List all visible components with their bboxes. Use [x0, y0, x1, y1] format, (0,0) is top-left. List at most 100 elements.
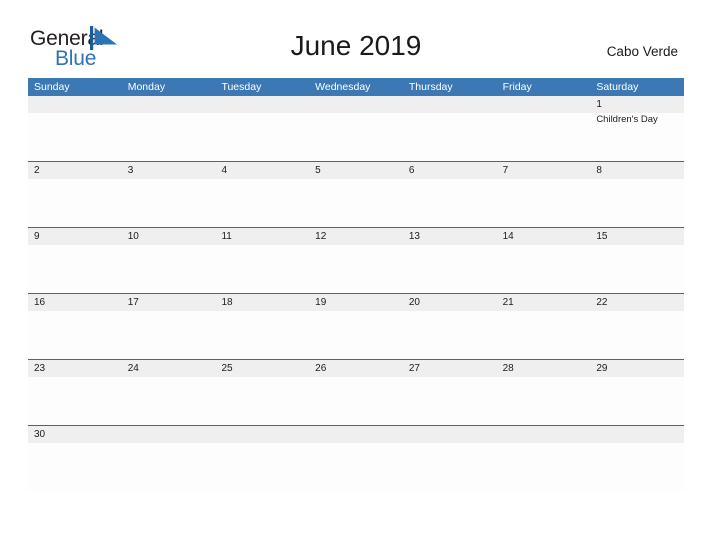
day-number-empty [215, 426, 309, 443]
day-number-29[interactable]: 29 [590, 360, 684, 377]
country-label: Cabo Verde [606, 44, 678, 59]
week-events-band [28, 245, 684, 293]
day-number-2[interactable]: 2 [28, 162, 122, 179]
day-events-empty [122, 443, 216, 491]
day-number-4[interactable]: 4 [215, 162, 309, 179]
calendar-weeks: 1 Children's Day 2 3 4 5 6 7 8 9 10 11 12 13 14 15 16 17 1… [28, 96, 684, 491]
weekday-header-tuesday: Tuesday [221, 81, 262, 93]
day-number-25[interactable]: 25 [215, 360, 309, 377]
day-number-26[interactable]: 26 [309, 360, 403, 377]
day-number-empty [122, 96, 216, 113]
day-events-14 [497, 245, 591, 293]
day-events-17 [122, 311, 216, 359]
day-number-12[interactable]: 12 [309, 228, 403, 245]
calendar-week-row: 9 10 11 12 13 14 15 [28, 227, 684, 293]
page-title: June 2019 [290, 30, 422, 61]
day-events-13 [403, 245, 497, 293]
day-number-7[interactable]: 7 [497, 162, 591, 179]
day-number-empty [28, 96, 122, 113]
day-events-empty [122, 113, 216, 161]
day-events-3 [122, 179, 216, 227]
day-events-24 [122, 377, 216, 425]
day-events-6 [403, 179, 497, 227]
day-events-empty [497, 113, 591, 161]
day-number-22[interactable]: 22 [590, 294, 684, 311]
day-number-15[interactable]: 15 [590, 228, 684, 245]
week-events-band [28, 179, 684, 227]
day-number-9[interactable]: 9 [28, 228, 122, 245]
day-number-empty [590, 426, 684, 443]
day-number-27[interactable]: 27 [403, 360, 497, 377]
day-events-22 [590, 311, 684, 359]
day-number-empty [215, 96, 309, 113]
day-number-empty [122, 426, 216, 443]
week-events-band: Children's Day [28, 113, 684, 161]
day-events-26 [309, 377, 403, 425]
day-number-empty [497, 96, 591, 113]
calendar-week-row: 23 24 25 26 27 28 29 [28, 359, 684, 425]
day-events-23 [28, 377, 122, 425]
weekday-header-monday: Monday [127, 81, 166, 93]
page-header: General Blue June 2019 Cabo Verde [0, 0, 712, 69]
day-events-empty [309, 113, 403, 161]
day-events-19 [309, 311, 403, 359]
week-daynumber-band: 16 17 18 19 20 21 22 [28, 294, 684, 311]
holiday-label: Children's Day [596, 114, 658, 125]
week-daynumber-band: 1 [28, 96, 684, 113]
day-number-3[interactable]: 3 [122, 162, 216, 179]
weekday-header-friday: Friday [502, 81, 532, 93]
day-events-25 [215, 377, 309, 425]
day-number-5[interactable]: 5 [309, 162, 403, 179]
day-number-24[interactable]: 24 [122, 360, 216, 377]
day-number-23[interactable]: 23 [28, 360, 122, 377]
day-number-11[interactable]: 11 [215, 228, 309, 245]
day-events-30 [28, 443, 122, 491]
calendar-week-row: 16 17 18 19 20 21 22 [28, 293, 684, 359]
weekday-header-row: Sunday Monday Tuesday Wednesday Thursday Frid… [28, 78, 684, 96]
day-number-14[interactable]: 14 [497, 228, 591, 245]
week-daynumber-band: 9 10 11 12 13 14 15 [28, 228, 684, 245]
day-events-empty [309, 443, 403, 491]
day-number-8[interactable]: 8 [590, 162, 684, 179]
day-number-16[interactable]: 16 [28, 294, 122, 311]
day-events-empty [403, 443, 497, 491]
weekday-header-saturday: Saturday [596, 81, 639, 93]
day-events-15 [590, 245, 684, 293]
calendar-week-row: 2345678 [28, 161, 684, 227]
day-events-5 [309, 179, 403, 227]
week-daynumber-band: 2345678 [28, 162, 684, 179]
weekday-header-sunday: Sunday [34, 81, 70, 93]
day-number-21[interactable]: 21 [497, 294, 591, 311]
day-number-1[interactable]: 1 [590, 96, 684, 113]
weekday-header-wednesday: Wednesday [315, 81, 371, 93]
day-events-2 [28, 179, 122, 227]
day-number-empty [497, 426, 591, 443]
day-number-empty [403, 96, 497, 113]
week-daynumber-band: 30 [28, 426, 684, 443]
week-events-band [28, 311, 684, 359]
week-events-band [28, 443, 684, 491]
day-events-18 [215, 311, 309, 359]
day-number-13[interactable]: 13 [403, 228, 497, 245]
day-number-17[interactable]: 17 [122, 294, 216, 311]
day-number-empty [403, 426, 497, 443]
day-events-8 [590, 179, 684, 227]
day-events-empty [215, 443, 309, 491]
day-events-29 [590, 377, 684, 425]
day-number-20[interactable]: 20 [403, 294, 497, 311]
calendar-week-row: 30 [28, 425, 684, 491]
day-events-20 [403, 311, 497, 359]
day-number-10[interactable]: 10 [122, 228, 216, 245]
day-number-28[interactable]: 28 [497, 360, 591, 377]
day-events-10 [122, 245, 216, 293]
day-number-18[interactable]: 18 [215, 294, 309, 311]
day-events-empty [497, 443, 591, 491]
day-number-30[interactable]: 30 [28, 426, 122, 443]
day-number-19[interactable]: 19 [309, 294, 403, 311]
day-events-1[interactable]: Children's Day [590, 113, 684, 161]
day-events-empty [403, 113, 497, 161]
day-number-6[interactable]: 6 [403, 162, 497, 179]
calendar-grid: Sunday Monday Tuesday Wednesday Thursday Frid… [28, 78, 684, 491]
day-number-empty [309, 426, 403, 443]
day-events-27 [403, 377, 497, 425]
